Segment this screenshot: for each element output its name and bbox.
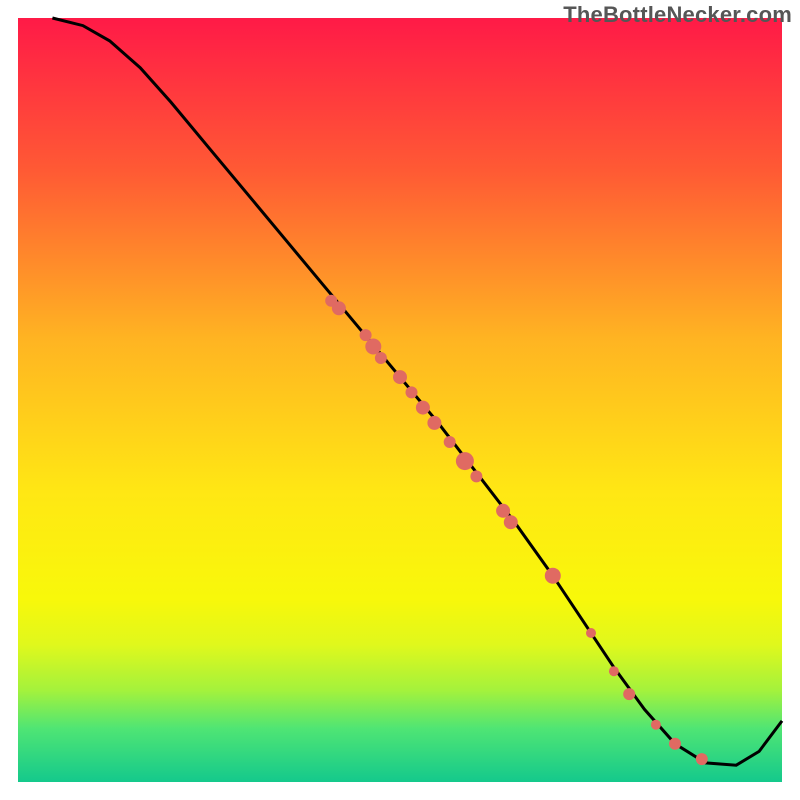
marker-dot bbox=[406, 386, 418, 398]
marker-dot bbox=[504, 515, 518, 529]
marker-dot bbox=[360, 329, 372, 341]
marker-dot bbox=[496, 504, 510, 518]
marker-dot bbox=[375, 352, 387, 364]
marker-dot bbox=[609, 666, 619, 676]
marker-dot bbox=[456, 452, 474, 470]
marker-dot bbox=[416, 401, 430, 415]
marker-dot bbox=[651, 720, 661, 730]
marker-dot bbox=[470, 470, 482, 482]
marker-dot bbox=[427, 416, 441, 430]
marker-dot bbox=[393, 370, 407, 384]
marker-dot bbox=[623, 688, 635, 700]
marker-dot bbox=[444, 436, 456, 448]
marker-dot bbox=[365, 339, 381, 355]
marker-dot bbox=[332, 301, 346, 315]
marker-dot bbox=[669, 738, 681, 750]
plot-svg bbox=[0, 0, 800, 800]
plot-area bbox=[18, 18, 782, 782]
bottleneck-plot bbox=[0, 0, 800, 800]
watermark-text: TheBottleNecker.com bbox=[563, 2, 792, 28]
marker-dot bbox=[586, 628, 596, 638]
marker-dot bbox=[696, 753, 708, 765]
marker-dot bbox=[545, 568, 561, 584]
